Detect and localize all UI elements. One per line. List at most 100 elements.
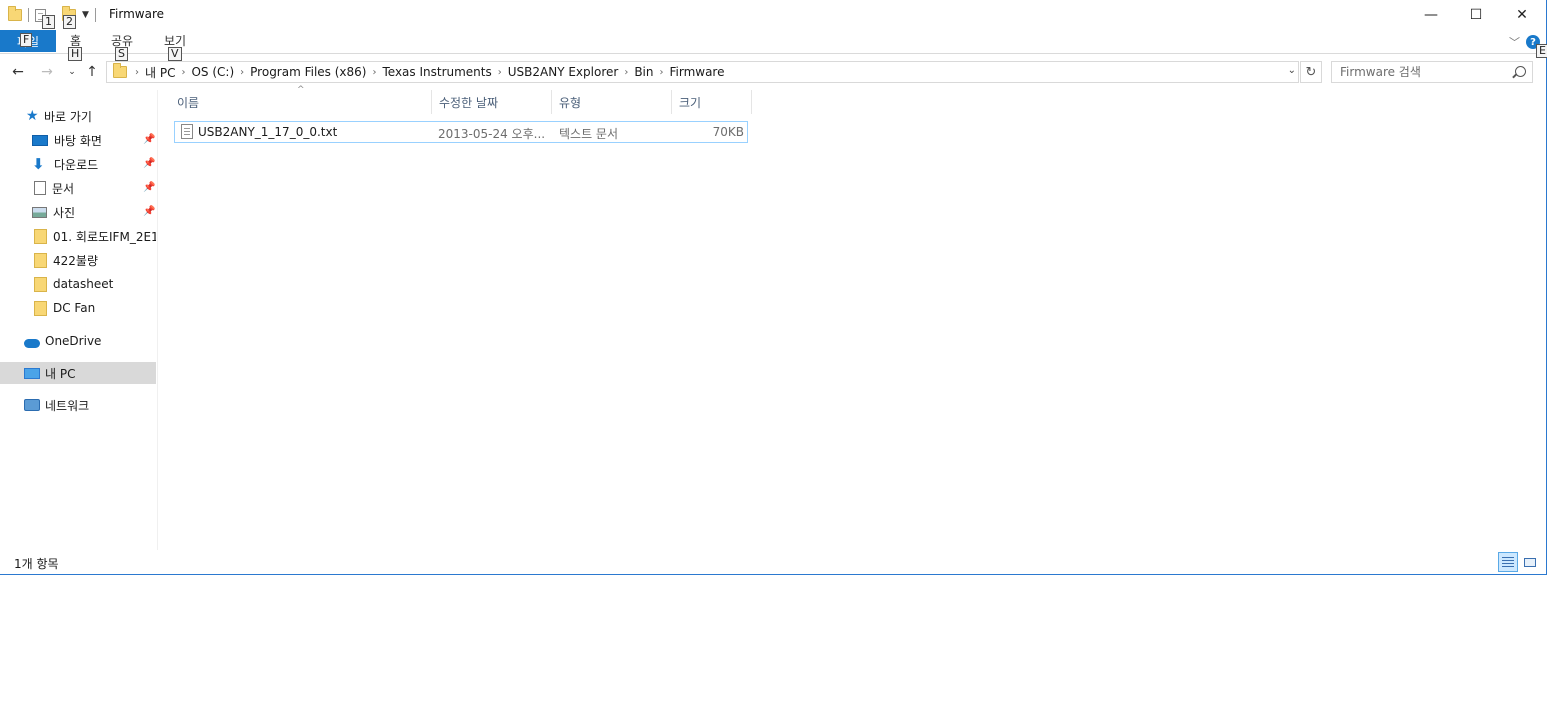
breadcrumb-usb2any-explorer[interactable]: USB2ANY Explorer [508,65,619,79]
sidebar-item-label: 네트워크 [45,398,90,413]
column-header-label: 크기 [679,95,702,110]
folder-icon [34,252,47,268]
folder-icon [8,6,22,21]
file-size: 70KB [712,125,744,139]
sidebar-item-folder-422[interactable]: 422불량 [0,249,156,271]
folder-icon [34,300,47,316]
folder-icon [34,276,47,292]
breadcrumb-separator-icon[interactable]: › [240,67,244,78]
sidebar-item-desktop[interactable]: 바탕 화면 📌 [0,129,156,151]
column-header-label: 이름 [177,95,200,110]
keytip-properties: 1 [42,15,55,29]
address-bar[interactable]: › 내 PC › OS (C:) › Program Files (x86) ›… [106,61,1299,83]
breadcrumb-separator-icon[interactable]: › [498,67,502,78]
file-explorer-window: ▼ 1 2 Firmware — ☐ ✕ 파일 F 홈 H 공유 S 보기 V … [0,0,1547,575]
arrow-left-icon: ← [12,64,24,80]
recent-locations-button[interactable]: ⌄ [62,61,82,83]
customize-toolbar-dropdown-icon[interactable]: ▼ [82,10,89,20]
pin-icon[interactable]: 📌 [143,206,155,217]
arrow-right-icon: → [41,64,53,80]
status-bar: 1개 항목 [0,550,1546,574]
sidebar-item-label: 문서 [52,181,75,196]
ribbon-tabs: 파일 F 홈 H 공유 S 보기 V ﹀ ? E [0,30,1547,61]
sidebar-item-documents[interactable]: 문서 📌 [0,177,156,199]
sidebar-item-onedrive[interactable]: OneDrive [0,330,156,352]
breadcrumb-texas-instruments[interactable]: Texas Instruments [382,65,491,79]
column-header-name[interactable]: 이름 ^ [170,85,432,114]
file-date-modified: 2013-05-24 오후... [438,127,546,141]
window-title: Firmware [109,7,164,21]
chevron-down-icon: ⌄ [68,67,76,77]
sidebar-item-label: OneDrive [45,334,102,348]
sidebar-item-this-pc[interactable]: 내 PC [0,362,156,384]
navigation-pane: ★ 바로 가기 바탕 화면 📌 ⬇ 다운로드 📌 문서 📌 사진 📌 01. 회… [0,90,158,550]
search-box [1331,61,1533,83]
arrow-up-icon: ↑ [86,64,98,80]
keytip-file: F [20,33,33,47]
sidebar-item-pictures[interactable]: 사진 📌 [0,201,156,223]
desktop-icon [32,134,48,146]
breadcrumb-os-c[interactable]: OS (C:) [191,65,234,79]
column-header-label: 유형 [559,95,582,110]
pin-icon[interactable]: 📌 [143,134,155,145]
column-header-label: 수정한 날짜 [439,95,499,110]
item-count: 1개 항목 [14,557,59,571]
refresh-button[interactable]: ↻ [1300,61,1322,83]
large-icons-view-button[interactable] [1520,552,1540,572]
column-header-type[interactable]: 유형 [552,90,672,114]
pin-icon[interactable]: 📌 [143,158,155,169]
breadcrumb-separator-icon[interactable]: › [659,67,663,78]
sidebar-item-downloads[interactable]: ⬇ 다운로드 📌 [0,153,156,175]
pin-icon[interactable]: 📌 [143,182,155,193]
keytip-help: E [1536,44,1547,58]
sidebar-item-label: 다운로드 [54,157,99,172]
back-button[interactable]: ← [8,61,28,83]
sidebar-item-label: DC Fan [53,301,96,315]
sidebar-item-network[interactable]: 네트워크 [0,394,156,416]
sidebar-item-label: 422불량 [53,253,98,268]
sidebar-item-label: 01. 회로도IFM_2E1 [53,229,156,244]
breadcrumb-bin[interactable]: Bin [634,65,653,79]
sidebar-item-label: 바탕 화면 [54,133,102,148]
up-button[interactable]: ↑ [82,61,102,83]
breadcrumb-separator-icon[interactable]: › [135,67,139,78]
breadcrumb-firmware[interactable]: Firmware [669,65,724,79]
file-name: USB2ANY_1_17_0_0.txt [198,125,338,139]
sidebar-item-label: 내 PC [45,366,76,381]
folder-icon [113,63,127,78]
breadcrumb-this-pc[interactable]: 내 PC [145,64,175,81]
sidebar-item-quick-access[interactable]: ★ 바로 가기 [0,105,156,127]
sidebar-item-folder-dc-fan[interactable]: DC Fan [0,297,156,319]
expand-ribbon-chevron-icon[interactable]: ﹀ [1509,34,1520,50]
column-header-size[interactable]: 크기 [672,90,752,114]
breadcrumb-separator-icon[interactable]: › [181,67,185,78]
folder-icon [34,228,47,244]
address-history-chevron-icon[interactable]: ⌄ [1288,65,1296,76]
maximize-button[interactable]: ☐ [1453,0,1499,30]
toolbar-divider [94,8,96,22]
network-icon [24,399,40,411]
close-button[interactable]: ✕ [1499,0,1545,30]
cloud-icon [24,338,40,348]
refresh-icon: ↻ [1305,64,1317,80]
documents-icon [34,181,46,195]
column-header-date-modified[interactable]: 수정한 날짜 [432,90,552,114]
minimize-button[interactable]: — [1408,0,1454,30]
sidebar-item-folder-datasheet[interactable]: datasheet [0,273,156,295]
text-file-icon [181,124,193,139]
toolbar-divider [28,8,29,22]
search-input[interactable] [1332,62,1502,82]
details-view-icon [1502,557,1514,567]
details-view-button[interactable] [1498,552,1518,572]
sort-ascending-icon: ^ [297,85,305,95]
forward-button[interactable]: → [37,61,57,83]
table-row[interactable]: USB2ANY_1_17_0_0.txt 2013-05-24 오후... 텍스… [174,121,748,143]
breadcrumb-separator-icon[interactable]: › [624,67,628,78]
sidebar-item-folder-schematics[interactable]: 01. 회로도IFM_2E1 [0,225,156,247]
breadcrumb-separator-icon[interactable]: › [372,67,376,78]
breadcrumb-program-files[interactable]: Program Files (x86) [250,65,366,79]
navigation-bar: ← → ⌄ ↑ › 내 PC › OS (C:) › Program Files… [0,59,1546,85]
title-bar: ▼ 1 2 Firmware — ☐ ✕ [0,0,1546,30]
file-type: 텍스트 문서 [559,127,619,141]
search-icon[interactable] [1515,66,1526,77]
